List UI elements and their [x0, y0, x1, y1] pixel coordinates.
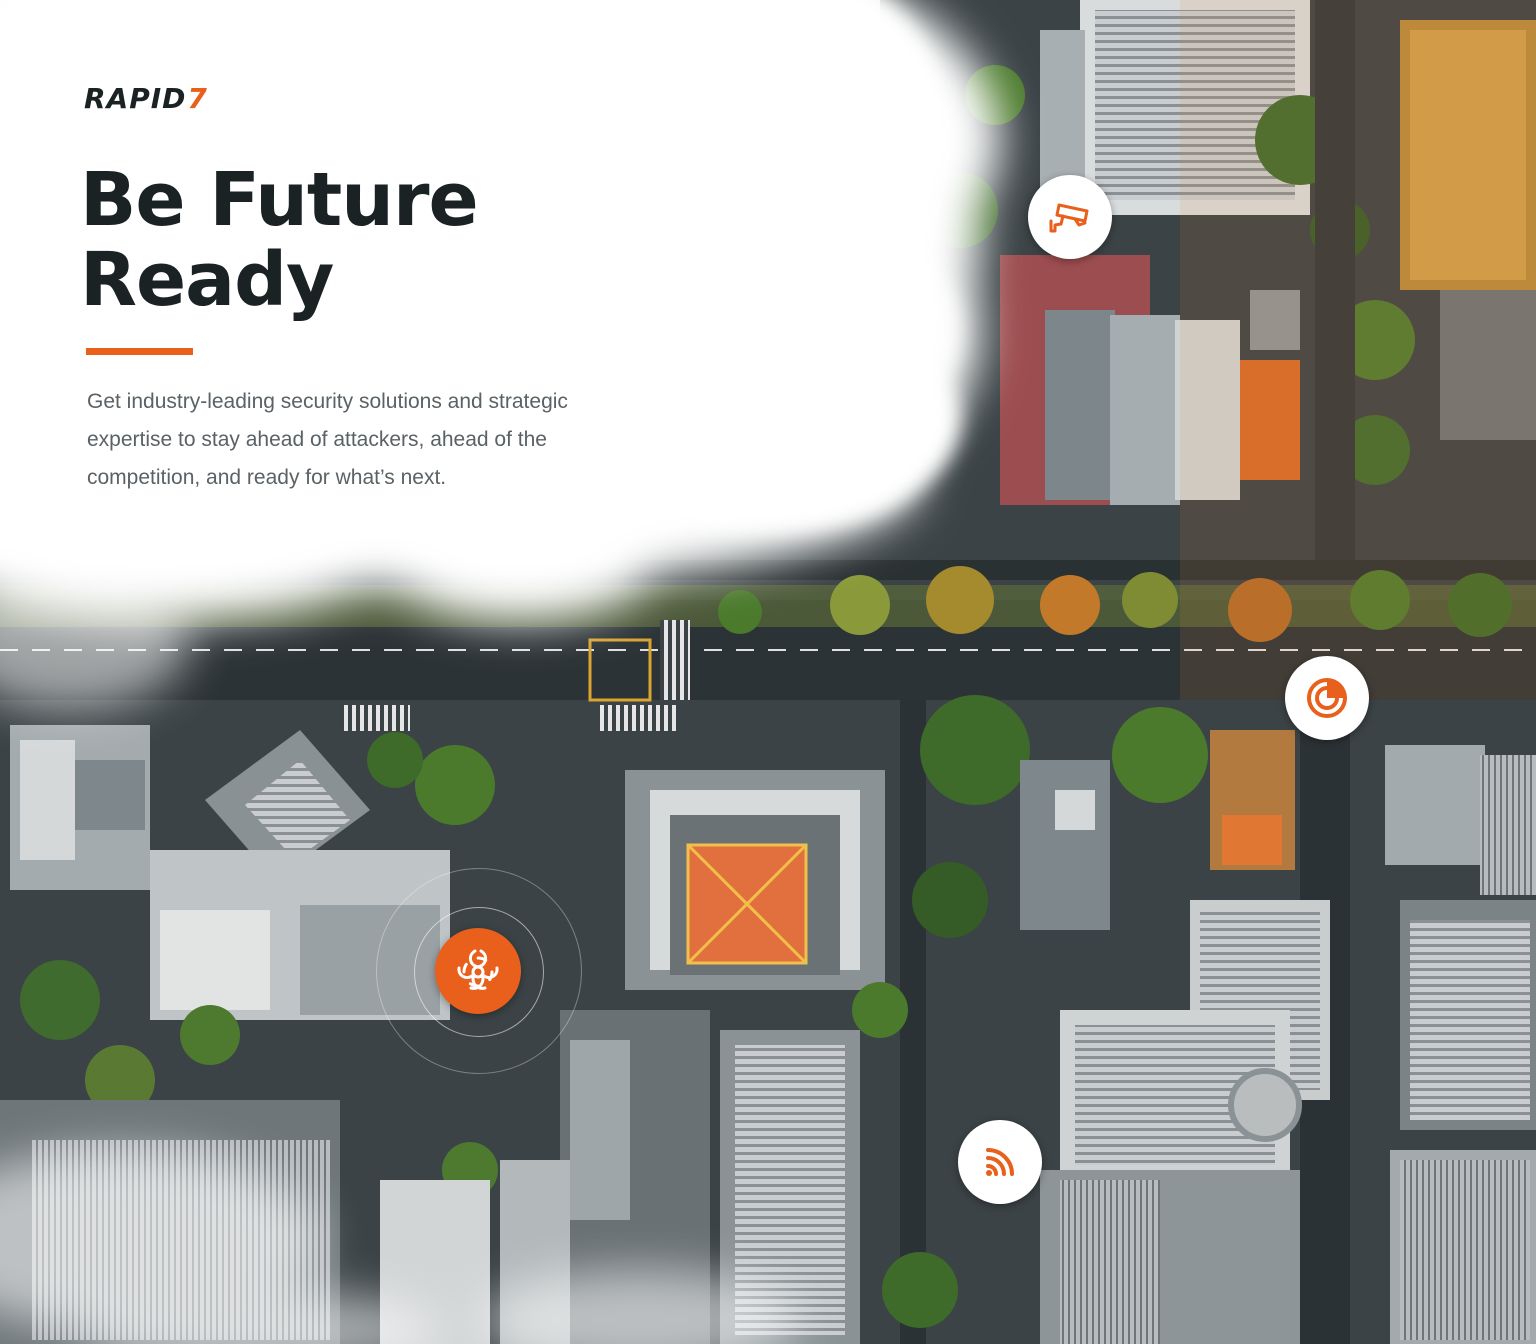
biohazard-icon: [457, 949, 499, 990]
rapid7-logo[interactable]: RAPID 7: [84, 80, 208, 116]
wireless-signal-hotspot[interactable]: [958, 1120, 1042, 1204]
hero-headline: Be Future Ready: [80, 157, 479, 323]
security-camera-icon: [1049, 203, 1089, 233]
wireless-signal-icon: [986, 1148, 1014, 1176]
hero-description: Get industry-leading security solutions …: [87, 390, 568, 489]
logo-wordmark: RAPID: [84, 81, 187, 115]
accent-divider: [86, 348, 193, 355]
radar-hotspot[interactable]: [1285, 656, 1369, 740]
logo-mark: 7: [187, 81, 208, 115]
biohazard-hotspot[interactable]: [435, 928, 521, 1014]
radar-icon: [1307, 678, 1347, 718]
security-camera-hotspot[interactable]: [1028, 175, 1112, 259]
